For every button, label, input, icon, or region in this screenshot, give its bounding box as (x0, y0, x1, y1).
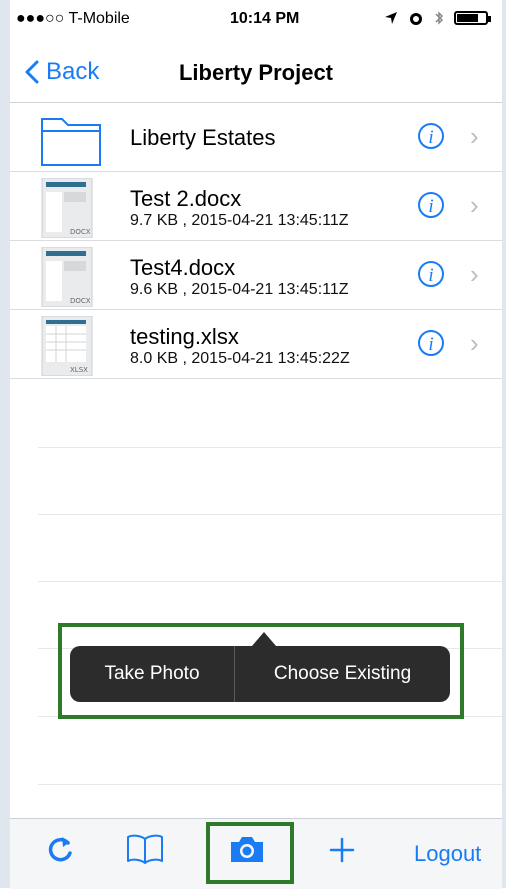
logout-button[interactable]: Logout (414, 841, 481, 867)
battery-icon (454, 11, 491, 25)
folder-icon (41, 118, 101, 166)
chevron-right-icon: › (470, 328, 479, 358)
carrier-label: ●●●○○ T-Mobile (16, 10, 130, 27)
empty-row-divider (38, 784, 502, 785)
item-name: Test 2.docx (130, 186, 242, 211)
status-icons (384, 10, 491, 26)
info-button[interactable]: i (418, 330, 444, 356)
file-badge: XLSX (70, 366, 88, 374)
item-name: Liberty Estates (130, 125, 276, 150)
item-meta: 8.0 KB , 2015-04-21 13:45:22Z (130, 350, 350, 367)
empty-row-divider (38, 581, 502, 582)
nav-bar: Back Liberty Project (10, 40, 502, 103)
empty-row-divider (38, 447, 502, 448)
docx-file-icon: DOCX (41, 178, 93, 238)
file-list: Liberty Estates i › DOCX Test 2.docx 9.7… (10, 103, 502, 379)
add-icon[interactable] (328, 833, 356, 865)
list-item-file[interactable]: XLSX testing.xlsx 8.0 KB , 2015-04-21 13… (10, 310, 502, 379)
file-badge: DOCX (70, 297, 91, 305)
refresh-icon[interactable] (46, 833, 74, 865)
clock: 10:14 PM (230, 10, 300, 27)
list-item-folder[interactable]: Liberty Estates i › (10, 103, 502, 172)
status-bar: ●●●○○ T-Mobile 10:14 PM (10, 0, 502, 40)
item-name: Test4.docx (130, 255, 236, 280)
item-name: testing.xlsx (130, 324, 239, 349)
docx-file-icon: DOCX (41, 247, 93, 307)
list-item-file[interactable]: DOCX Test 2.docx 9.7 KB , 2015-04-21 13:… (10, 172, 502, 241)
list-item-file[interactable]: DOCX Test4.docx 9.6 KB , 2015-04-21 13:4… (10, 241, 502, 310)
item-meta: 9.7 KB , 2015-04-21 13:45:11Z (130, 212, 349, 229)
chevron-right-icon: › (470, 190, 479, 220)
camera-highlight (206, 822, 294, 884)
bluetooth-icon (435, 11, 444, 25)
info-button[interactable]: i (418, 261, 444, 287)
choose-existing-button[interactable]: Choose Existing (235, 646, 450, 702)
info-button[interactable]: i (418, 192, 444, 218)
battery-fill (457, 14, 478, 22)
xlsx-file-icon: XLSX (41, 316, 93, 376)
info-button[interactable]: i (418, 123, 444, 149)
left-edge (0, 0, 10, 888)
empty-row-divider (38, 514, 502, 515)
file-badge: DOCX (70, 228, 91, 236)
chevron-right-icon: › (470, 259, 479, 289)
right-edge (502, 0, 506, 888)
alarm-icon (410, 13, 422, 25)
location-icon (385, 12, 397, 24)
photo-popup-menu: Take Photo Choose Existing (70, 646, 450, 702)
popup-arrow (252, 632, 276, 646)
chevron-right-icon: › (470, 121, 479, 151)
take-photo-button[interactable]: Take Photo (70, 646, 235, 702)
item-meta: 9.6 KB , 2015-04-21 13:45:11Z (130, 281, 349, 298)
bookmarks-icon[interactable] (126, 833, 164, 865)
page-title: Liberty Project (178, 60, 334, 85)
